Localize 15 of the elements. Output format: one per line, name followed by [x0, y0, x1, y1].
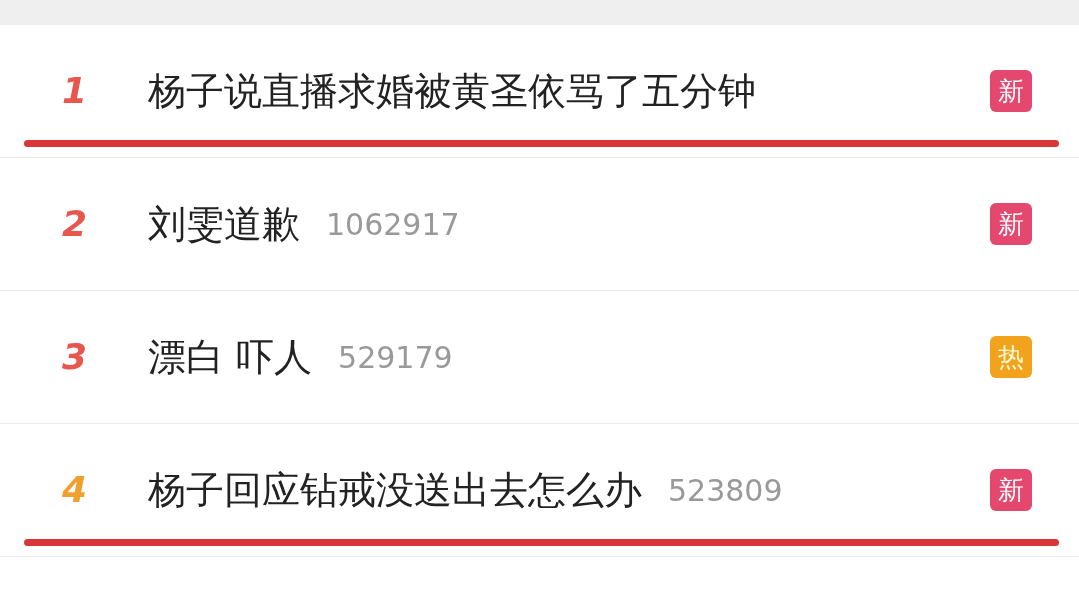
heat-count: 523809 — [668, 471, 783, 510]
topic-title[interactable]: 杨子说直播求婚被黄圣依骂了五分钟 — [148, 62, 756, 120]
heat-count: 529179 — [338, 338, 453, 377]
heat-count: 1062917 — [326, 205, 460, 244]
rank-number: 1 — [61, 69, 89, 113]
tag-badge: 热 — [990, 336, 1032, 378]
rank-number: 3 — [61, 335, 89, 379]
topic-title[interactable]: 刘雯道歉 — [148, 195, 300, 253]
topic-title[interactable]: 漂白 吓人 — [148, 328, 313, 386]
tag-badge: 新 — [990, 469, 1032, 511]
rank-number: 4 — [61, 468, 89, 512]
tag-badge: 新 — [990, 203, 1032, 245]
rank-number: 2 — [61, 202, 89, 246]
topic-title[interactable]: 杨子回应钻戒没送出去怎么办 — [148, 461, 642, 519]
tag-badge: 新 — [990, 70, 1032, 112]
